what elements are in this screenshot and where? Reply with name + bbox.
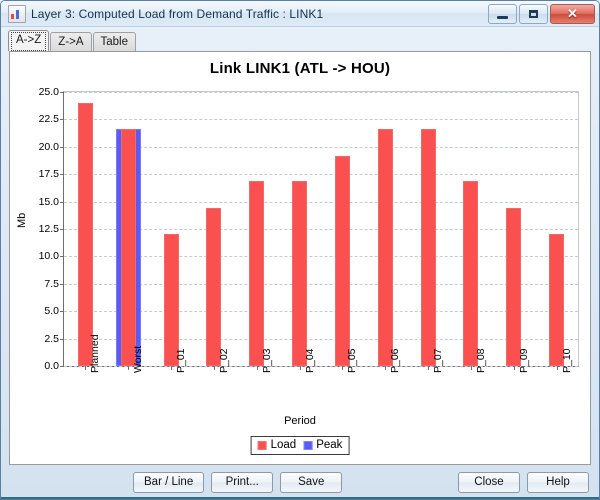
y-tick-mark [60, 366, 64, 367]
y-tick-label: 25.0 [38, 86, 59, 98]
legend-label-peak: Peak [316, 439, 343, 451]
x-tick-mark [213, 366, 215, 370]
minimize-icon [497, 15, 508, 19]
plot-area: 25.0 22.5 20.0 17.5 15.0 12.5 10.0 7.5 5.0 2.5 0.0… [39, 86, 579, 373]
y-tick-label: 5.0 [44, 305, 59, 318]
bar-load [549, 234, 565, 366]
bar-line-button[interactable]: Bar / Line [133, 471, 205, 493]
y-tick-label: 20.0 [38, 140, 59, 153]
x-tick-label: P_06 [389, 348, 402, 373]
x-tick-mark [256, 366, 258, 370]
y-tick-label: 10.0 [38, 250, 59, 263]
x-tick-label: P_05 [346, 348, 359, 373]
bar-load [163, 234, 179, 366]
bar-load [377, 129, 393, 366]
bar-load [292, 180, 308, 366]
minimize-button[interactable] [488, 3, 517, 24]
bar-load [506, 208, 522, 366]
legend-label-load: Load [270, 439, 297, 451]
x-axis-title: Period [284, 415, 316, 427]
close-icon: ✕ [567, 5, 578, 21]
close-dialog-button[interactable]: Close [458, 471, 520, 493]
y-tick-label: 0.0 [44, 360, 59, 372]
button-group-right: Close Help [458, 471, 589, 493]
x-tick-label: P_07 [432, 348, 445, 373]
legend-item-peak: Peak [303, 439, 342, 452]
y-tick-label: 15.0 [38, 195, 59, 208]
tab-table[interactable]: Table [92, 32, 136, 51]
x-tick-mark [299, 366, 301, 370]
bar-load [420, 129, 436, 366]
x-tick-label: P_04 [303, 348, 316, 373]
bars-layer [64, 92, 578, 366]
x-tick-mark [171, 366, 173, 370]
x-tick-mark [385, 366, 387, 370]
x-tick-label: Worst [132, 345, 145, 373]
x-tick-mark [428, 366, 430, 370]
window-bottom-edge [1, 497, 599, 499]
close-button[interactable]: ✕ [550, 3, 595, 24]
window-controls: ✕ [488, 3, 595, 24]
x-tick-mark [342, 366, 344, 370]
x-tick-label: P_09 [517, 348, 530, 373]
button-group-left: Bar / Line Print... Save [133, 471, 343, 493]
title-bar: Layer 3: Computed Load from Demand Traff… [1, 1, 599, 27]
x-tick-mark [470, 366, 472, 370]
y-tick-label: 2.5 [44, 332, 59, 345]
x-tick-mark [85, 366, 87, 370]
tab-table-label: Table [100, 36, 129, 48]
x-tick-label: P_08 [474, 348, 487, 373]
chart-window: Layer 3: Computed Load from Demand Traff… [0, 0, 600, 500]
y-axis-title: Mb [16, 212, 28, 228]
maximize-icon [529, 9, 538, 18]
x-tick-label: P_01 [175, 348, 188, 373]
bar-load [334, 155, 350, 366]
y-tick-label: 22.5 [38, 113, 59, 126]
y-tick-label: 12.5 [38, 223, 59, 235]
tab-a-to-z[interactable]: A->Z [8, 30, 50, 51]
x-tick-label: Planned [89, 334, 102, 373]
tab-focus-ring [11, 32, 47, 51]
tab-z-to-a[interactable]: Z->A [50, 32, 92, 51]
legend-swatch-load-icon [257, 441, 267, 450]
chart-title: Link LINK1 (ATL -> HOU) [209, 60, 391, 77]
chart-legend: Load Peak [250, 436, 350, 455]
x-tick-mark [513, 366, 515, 370]
legend-item-load: Load [257, 439, 297, 452]
bar-load [249, 180, 265, 366]
x-tick-mark [128, 366, 130, 370]
y-tick-label: 7.5 [44, 277, 59, 290]
help-button[interactable]: Help [527, 471, 589, 493]
x-tick-label: P_02 [217, 348, 230, 373]
print-button[interactable]: Print... [211, 471, 274, 493]
y-tick-label: 17.5 [38, 168, 59, 181]
button-bar: Bar / Line Print... Save Close Help [1, 465, 599, 499]
chart-app-icon [8, 4, 26, 23]
tab-strip: A->Z Z->A Table [1, 27, 599, 51]
bar-load [77, 102, 93, 366]
bar-load [206, 208, 222, 366]
x-tick-label: P_10 [560, 348, 573, 373]
tab-z-to-a-label: Z->A [58, 36, 84, 48]
chart-panel: Link LINK1 (ATL -> HOU) Mb 25.0 22.5 20.0 1… [9, 51, 591, 465]
window-title: Layer 3: Computed Load from Demand Traff… [31, 6, 324, 21]
maximize-button[interactable] [519, 3, 548, 24]
x-tick-label: P_03 [260, 348, 273, 373]
legend-swatch-peak-icon [303, 441, 313, 450]
bar-load [120, 129, 136, 366]
x-tick-mark [556, 366, 558, 370]
bar-load [463, 180, 479, 366]
save-button[interactable]: Save [280, 471, 343, 493]
